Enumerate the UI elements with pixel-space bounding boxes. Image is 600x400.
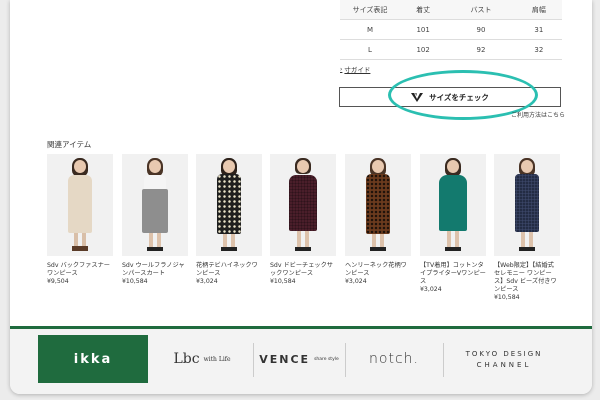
- size-header-size: サイズ表記: [340, 0, 400, 20]
- product-name[interactable]: 【Web限定】【結婚式 セレモニー ワンピース】Sdv ビーズ付きワンピース: [494, 262, 560, 294]
- size-cell: 92: [446, 39, 516, 60]
- size-cell: 31: [515, 19, 562, 40]
- page-frame: サイズ表記 着丈 バスト 肩幅 M 101 90 31 L 102 92 32 …: [10, 0, 592, 394]
- brand-lbc[interactable]: Lbc with Life: [152, 335, 252, 383]
- product-card[interactable]: 花柄テビハイネックワンピース ¥3,024: [196, 154, 262, 286]
- size-cell: M: [340, 19, 400, 40]
- brand-vence[interactable]: VENCE share style: [254, 335, 344, 383]
- product-price: ¥10,584: [494, 294, 520, 301]
- brand-ikka[interactable]: ikka: [38, 335, 148, 383]
- size-guide-label: 寸ガイド: [344, 66, 371, 74]
- product-price: ¥9,504: [47, 278, 69, 285]
- brand-lbc-label: Lbc: [173, 351, 200, 367]
- product-image[interactable]: [122, 154, 188, 256]
- v-logo-icon: [411, 92, 424, 102]
- brand-vence-sub: share style: [314, 356, 339, 362]
- brand-lbc-sub: with Life: [203, 355, 231, 363]
- brand-tdc-line1: TOKYO DESIGN: [465, 349, 543, 358]
- product-image[interactable]: [47, 154, 113, 256]
- size-cell: 102: [400, 39, 447, 60]
- product-name[interactable]: Sdv ドビーチェックサックワンピース: [270, 262, 336, 278]
- product-name[interactable]: Sdv ウールフラノジャンパースカート: [122, 262, 188, 278]
- product-image[interactable]: [494, 154, 560, 256]
- size-table: サイズ表記 着丈 バスト 肩幅 M 101 90 31 L 102 92 32: [340, 0, 562, 60]
- size-cell: 90: [446, 19, 516, 40]
- product-card[interactable]: Sdv ドビーチェックサックワンピース ¥10,584: [270, 154, 336, 286]
- product-price: ¥3,024: [196, 278, 218, 285]
- brand-notch[interactable]: notch.: [346, 335, 442, 383]
- product-name[interactable]: 【TV着用】コットンタイプライターVワンピース: [420, 262, 486, 286]
- size-cell: L: [340, 39, 400, 60]
- brand-tdc-line2: CHANNEL: [476, 360, 532, 369]
- product-name[interactable]: ヘンリーネック花柄ワンピース: [345, 262, 411, 278]
- product-card[interactable]: 【Web限定】【結婚式 セレモニー ワンピース】Sdv ビーズ付きワンピース ¥…: [494, 154, 560, 302]
- product-price: ¥10,584: [122, 278, 148, 285]
- product-image[interactable]: [420, 154, 486, 256]
- product-image[interactable]: [345, 154, 411, 256]
- product-card[interactable]: Sdv ウールフラノジャンパースカート ¥10,584: [122, 154, 188, 286]
- product-price: ¥3,024: [345, 278, 367, 285]
- size-check-label: サイズをチェック: [429, 92, 489, 102]
- size-header-length: 着丈: [400, 0, 447, 20]
- size-row-m: M 101 90 31: [340, 19, 562, 40]
- size-cell: 32: [515, 39, 562, 60]
- product-image[interactable]: [270, 154, 336, 256]
- size-row-l: L 102 92 32: [340, 39, 562, 60]
- brand-footer: ikka Lbc with Life VENCE share style not…: [10, 329, 592, 394]
- product-price: ¥3,024: [420, 286, 442, 293]
- size-guide-link[interactable]: › 寸ガイド: [340, 64, 371, 75]
- brand-vence-label: VENCE: [259, 352, 311, 366]
- size-header-bust: バスト: [446, 0, 516, 20]
- size-cell: 101: [400, 19, 447, 40]
- size-check-button[interactable]: サイズをチェック: [339, 87, 561, 107]
- product-name[interactable]: 花柄テビハイネックワンピース: [196, 262, 262, 278]
- product-image[interactable]: [196, 154, 262, 256]
- usage-guide-link[interactable]: ご利用方法はこちら: [511, 110, 565, 119]
- product-card[interactable]: 【TV着用】コットンタイプライターVワンピース ¥3,024: [420, 154, 486, 294]
- related-items-title: 関連アイテム: [47, 140, 92, 149]
- brand-tokyo-design-channel[interactable]: TOKYO DESIGN CHANNEL: [444, 335, 564, 383]
- brand-notch-label: notch.: [369, 351, 419, 367]
- product-card[interactable]: ヘンリーネック花柄ワンピース ¥3,024: [345, 154, 411, 286]
- product-card[interactable]: Sdv バックファスナーワンピース ¥9,504: [47, 154, 113, 286]
- product-price: ¥10,584: [270, 278, 296, 285]
- size-header-shoulder: 肩幅: [515, 0, 562, 20]
- chevron-right-icon: ›: [340, 65, 343, 73]
- product-name[interactable]: Sdv バックファスナーワンピース: [47, 262, 113, 278]
- brand-ikka-label: ikka: [73, 351, 113, 367]
- size-table-header: サイズ表記 着丈 バスト 肩幅: [340, 0, 562, 20]
